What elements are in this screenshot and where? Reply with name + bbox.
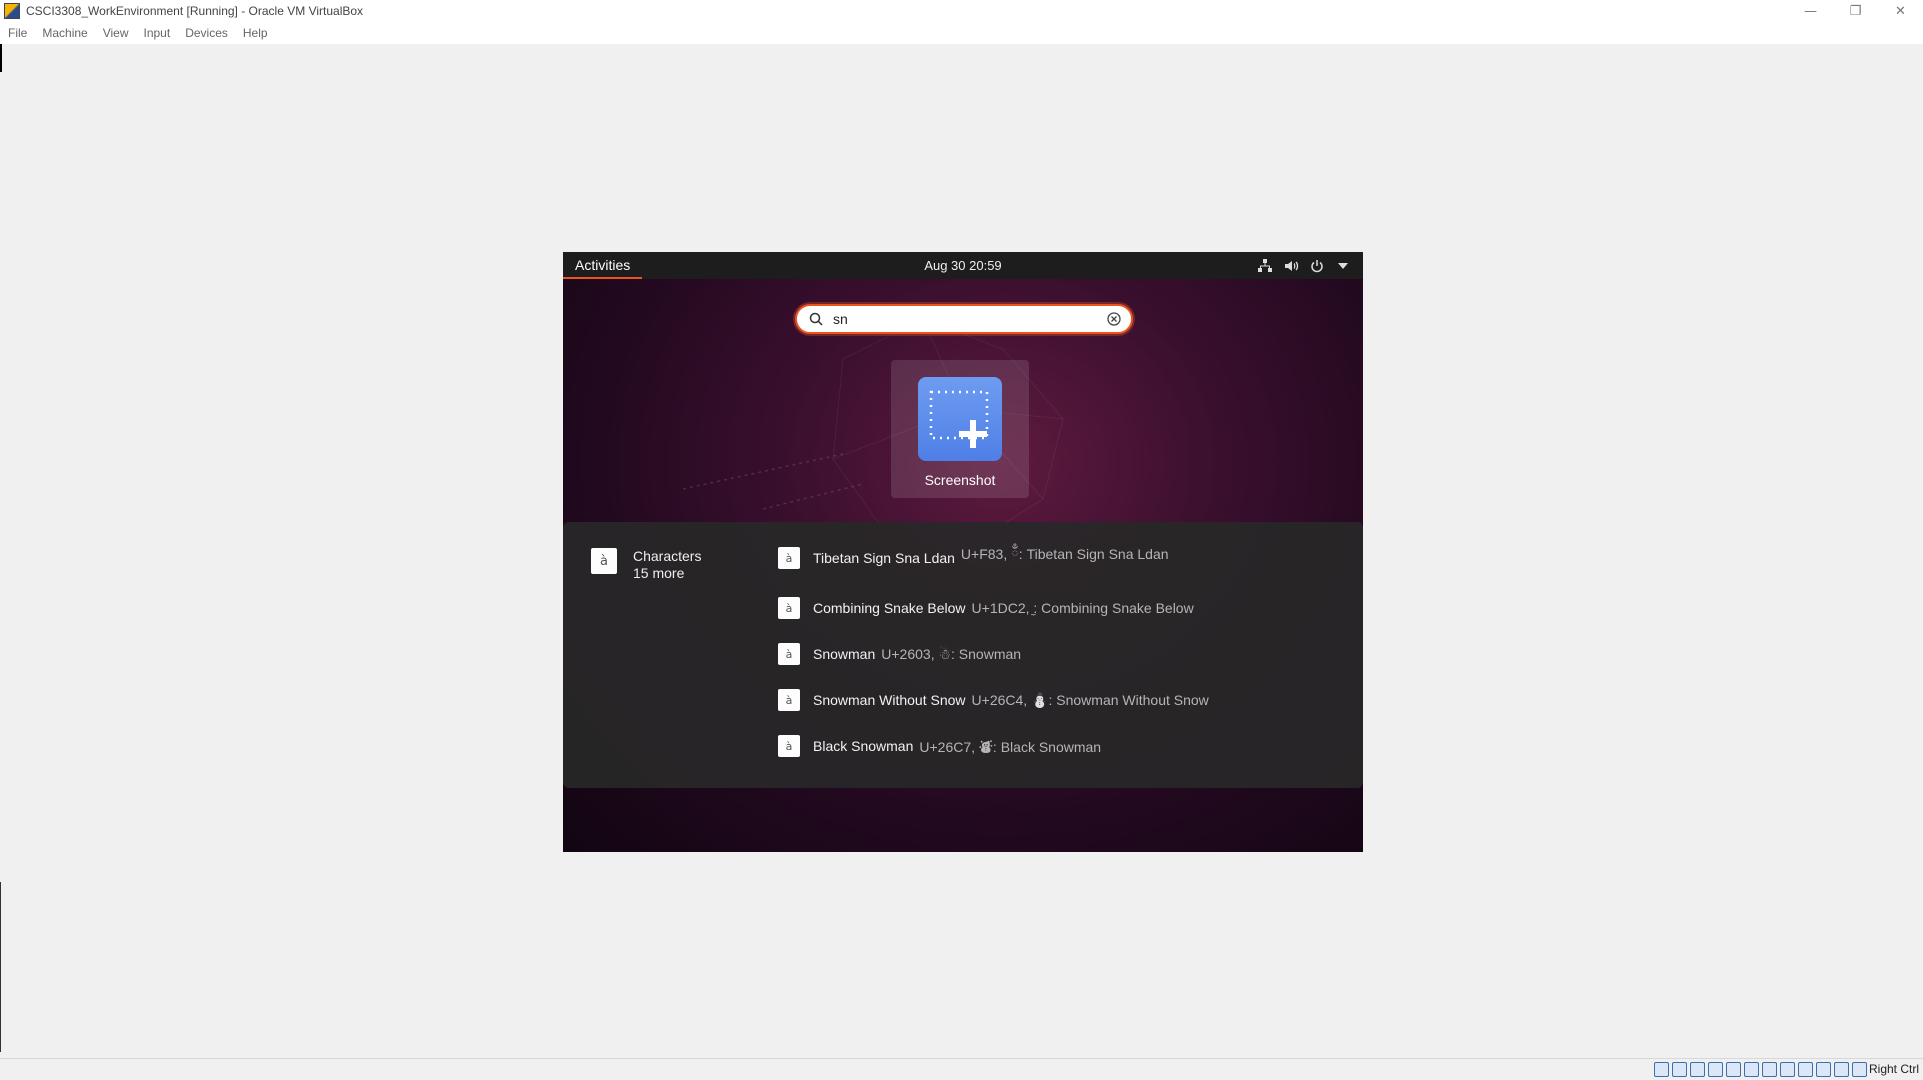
result-title: Black Snowman — [813, 738, 914, 754]
recording-icon[interactable] — [1780, 1062, 1795, 1077]
host-menubar: File Machine View Input Devices Help — [0, 22, 1923, 44]
provider-name: Characters — [633, 548, 702, 564]
characters-app-icon: à — [778, 597, 800, 619]
window-controls: — ❐ ✕ — [1788, 0, 1923, 22]
menu-devices[interactable]: Devices — [185, 26, 228, 40]
app-result-label: Screenshot — [924, 472, 996, 488]
cpu-icon[interactable] — [1816, 1062, 1831, 1077]
window-edge — [0, 882, 1, 1052]
close-button[interactable]: ✕ — [1878, 0, 1923, 22]
characters-app-icon: à — [778, 547, 800, 569]
result-title: Combining Snake Below — [813, 600, 966, 616]
characters-provider[interactable]: à Characters 15 more — [591, 548, 701, 582]
list-item[interactable]: à Black Snowman U+26C7, ⛇: Black Snowman — [778, 734, 1101, 758]
menu-help[interactable]: Help — [243, 26, 268, 40]
result-title: Snowman Without Snow — [813, 692, 966, 708]
menu-input[interactable]: Input — [144, 26, 171, 40]
characters-results-panel: à Characters 15 more à Tibetan Sign Sna … — [563, 522, 1363, 788]
hard-disk-icon[interactable] — [1654, 1062, 1669, 1077]
network-status-icon[interactable] — [1708, 1062, 1723, 1077]
host-key-label: Right Ctrl — [1868, 1062, 1919, 1076]
virtualbox-app-icon — [4, 3, 20, 19]
provider-more-count[interactable]: 15 more — [633, 565, 701, 582]
host-statusbar: Right Ctrl — [0, 1058, 1923, 1080]
activities-button[interactable]: Activities — [563, 252, 643, 279]
search-icon — [807, 310, 825, 328]
menu-machine[interactable]: Machine — [42, 26, 87, 40]
optical-drive-icon[interactable] — [1672, 1062, 1687, 1077]
result-description: U+26C7, ⛇: Black Snowman — [919, 738, 1102, 755]
search-input[interactable] — [833, 311, 1105, 327]
mouse-integration-icon[interactable] — [1834, 1062, 1849, 1077]
screenshot-icon — [918, 377, 1002, 461]
clear-search-icon[interactable] — [1105, 310, 1123, 328]
guest-screen[interactable]: Activities Aug 30 20:59 sn Screenshot à … — [563, 252, 1363, 852]
network-icon[interactable] — [1257, 258, 1273, 274]
usb-icon[interactable] — [1726, 1062, 1741, 1077]
keyboard-capture-icon[interactable] — [1852, 1062, 1867, 1077]
result-title: Snowman — [813, 646, 876, 662]
characters-app-icon: à — [778, 643, 800, 665]
virtualization-icon[interactable] — [1798, 1062, 1813, 1077]
shared-folders-icon[interactable] — [1744, 1062, 1759, 1077]
characters-app-icon: à — [778, 735, 800, 757]
power-icon[interactable] — [1309, 258, 1325, 274]
app-result-screenshot[interactable]: Screenshot — [891, 360, 1029, 498]
restore-button[interactable]: ❐ — [1833, 0, 1878, 22]
result-title: Tibetan Sign Sna Ldan — [813, 550, 955, 566]
volume-icon[interactable] — [1283, 258, 1299, 274]
characters-app-icon: à — [778, 689, 800, 711]
list-item[interactable]: à Tibetan Sign Sna Ldan U+F83, ྃ: Tibeta… — [778, 546, 1169, 570]
minimize-button[interactable]: — — [1788, 0, 1833, 22]
list-item[interactable]: à Snowman Without Snow U+26C4, ⛄: Snowma… — [778, 688, 1209, 712]
clock[interactable]: Aug 30 20:59 — [563, 258, 1363, 273]
result-description: U+F83, ྃ: Tibetan Sign Sna Ldan — [960, 546, 1169, 562]
display-icon[interactable] — [1762, 1062, 1777, 1077]
gnome-topbar: Activities Aug 30 20:59 — [563, 252, 1363, 279]
search-box[interactable] — [795, 304, 1133, 334]
result-description: U+26C4, ⛄: Snowman Without Snow — [971, 691, 1209, 708]
window-edge — [0, 44, 2, 72]
result-description: U+1DC2, ̼: Combining Snake Below — [971, 600, 1194, 616]
list-item[interactable]: à Combining Snake Below U+1DC2, ̼: Combi… — [778, 596, 1194, 620]
menu-file[interactable]: File — [8, 26, 27, 40]
chevron-down-icon[interactable] — [1335, 258, 1351, 274]
audio-icon[interactable] — [1690, 1062, 1705, 1077]
window-title: CSCI3308_WorkEnvironment [Running] - Ora… — [26, 4, 364, 18]
system-tray[interactable] — [1257, 252, 1351, 279]
menu-view[interactable]: View — [103, 26, 129, 40]
device-status-icons — [1654, 1062, 1867, 1077]
list-item[interactable]: à Snowman U+2603, ☃: Snowman — [778, 642, 1021, 666]
host-titlebar: CSCI3308_WorkEnvironment [Running] - Ora… — [0, 0, 1923, 22]
result-description: U+2603, ☃: Snowman — [881, 645, 1022, 662]
characters-app-icon: à — [591, 548, 617, 574]
